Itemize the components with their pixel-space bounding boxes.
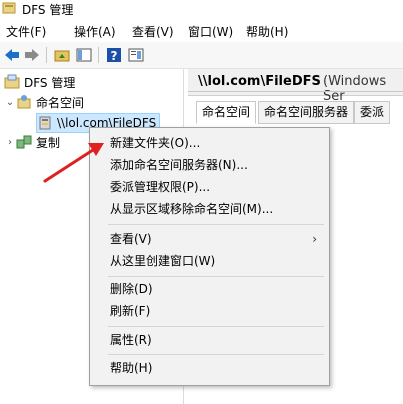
tree-replication-label: 复制 [36, 135, 61, 150]
toolbar-separator [98, 47, 99, 63]
show-tree-icon[interactable] [75, 46, 93, 64]
menu-separator [108, 354, 324, 355]
tree-root-dfs[interactable]: DFS 管理 [4, 73, 75, 91]
toolbar-separator [46, 47, 47, 63]
tree-namespaces-label: 命名空间 [36, 95, 85, 110]
toolbar: ? [0, 42, 403, 69]
menu-item-refresh[interactable]: 刷新(F) [90, 300, 329, 322]
menu-file[interactable]: 文件(F) [4, 23, 48, 40]
dfs-management-icon [4, 74, 20, 90]
title-bar: DFS 管理 [0, 0, 403, 18]
tab-namespace[interactable]: 命名空间 [196, 101, 257, 124]
replication-icon [16, 134, 32, 150]
menu-view[interactable]: 查看(V) [130, 23, 176, 40]
menu-help[interactable]: 帮助(H) [244, 23, 290, 40]
expanded-chevron-icon[interactable]: ⌄ [4, 97, 16, 108]
tabs-divider [188, 91, 403, 92]
menu-item-add-namespace-server[interactable]: 添加命名空间服务器(N)... [90, 154, 329, 176]
dfs-app-icon [2, 2, 16, 14]
submenu-arrow-icon: › [312, 232, 317, 246]
menu-separator [108, 276, 324, 277]
window-title: DFS 管理 [22, 3, 74, 17]
details-title: \\lol.com\FileDFS [198, 74, 321, 89]
namespace-server-icon [37, 115, 53, 131]
svg-text:?: ? [111, 49, 118, 63]
up-folder-icon[interactable] [53, 46, 71, 64]
menu-item-help[interactable]: 帮助(H) [90, 357, 329, 379]
properties-icon[interactable] [127, 46, 145, 64]
menu-item-view[interactable]: 查看(V) › [90, 228, 329, 250]
menu-item-properties[interactable]: 属性(R) [90, 329, 329, 351]
details-title-extra: (Windows Ser [323, 74, 387, 104]
tab-delegation[interactable]: 委派 [354, 101, 391, 124]
menu-item-new-folder[interactable]: 新建文件夹(O)... [90, 132, 329, 154]
context-menu: 新建文件夹(O)... 添加命名空间服务器(N)... 委派管理权限(P)...… [89, 127, 330, 386]
menu-separator [108, 224, 324, 225]
menu-bar: 文件(F) 操作(A) 查看(V) 窗口(W) 帮助(H) [0, 20, 403, 42]
menu-item-delete[interactable]: 删除(D) [90, 278, 329, 300]
tree-item-replication[interactable]: › 复制 [4, 133, 60, 151]
menu-item-delegate-permissions[interactable]: 委派管理权限(P)... [90, 176, 329, 198]
tree-root-label: DFS 管理 [24, 75, 76, 90]
menu-action[interactable]: 操作(A) [72, 23, 118, 40]
tab-namespace-servers[interactable]: 命名空间服务器 [258, 101, 355, 124]
back-arrow-icon[interactable] [3, 46, 21, 64]
menu-window[interactable]: 窗口(W) [186, 23, 235, 40]
collapsed-chevron-icon[interactable]: › [4, 137, 16, 148]
tree-item-namespaces[interactable]: ⌄ 命名空间 [4, 93, 84, 111]
namespaces-icon [16, 94, 32, 110]
menu-separator [108, 326, 324, 327]
menu-item-new-window[interactable]: 从这里创建窗口(W) [90, 250, 329, 272]
forward-arrow-icon[interactable] [23, 46, 41, 64]
menu-item-remove-namespace[interactable]: 从显示区域移除命名空间(M)... [90, 198, 329, 220]
help-icon[interactable]: ? [105, 46, 123, 64]
